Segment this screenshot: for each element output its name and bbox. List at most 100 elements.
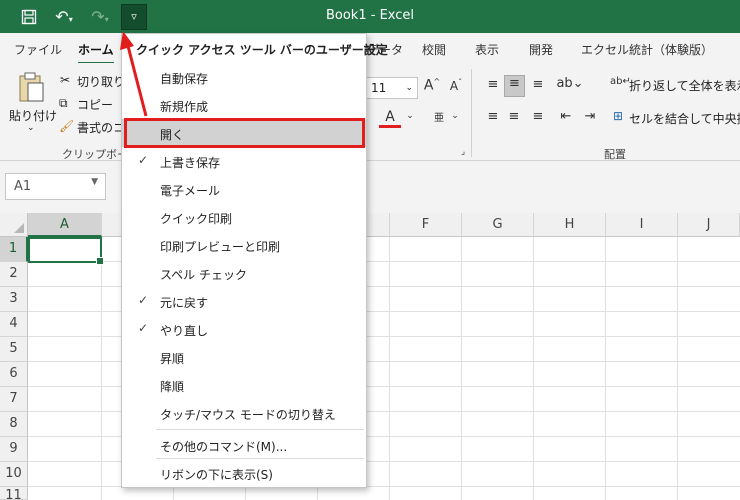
menu-item-sort-descending[interactable]: 降順 bbox=[122, 371, 366, 399]
paste-icon[interactable] bbox=[15, 71, 47, 105]
row-header-1[interactable]: 1 bbox=[0, 237, 28, 262]
orientation-icon[interactable]: ab⌄ bbox=[556, 76, 584, 91]
menu-item-label: その他のコマンド(M)... bbox=[160, 440, 288, 454]
cut-button[interactable]: 切り取り bbox=[77, 73, 125, 90]
row-header-2[interactable]: 2 bbox=[0, 262, 28, 287]
merge-center-button[interactable]: セルを結合して中央揃え bbox=[629, 110, 740, 127]
column-header-j[interactable]: J bbox=[678, 213, 740, 237]
check-icon: ✓ bbox=[138, 321, 149, 335]
row-header-4[interactable]: 4 bbox=[0, 312, 28, 337]
menu-item-quick-print[interactable]: クイック印刷 bbox=[122, 203, 366, 231]
active-cell-a1[interactable] bbox=[28, 237, 104, 265]
align-bottom-icon[interactable]: ≡ bbox=[528, 77, 548, 92]
paste-dropdown-icon[interactable]: ⌄ bbox=[27, 123, 35, 133]
font-color-dropdown-icon[interactable]: ⌄ bbox=[405, 111, 415, 121]
row-header-11[interactable]: 11 bbox=[0, 487, 28, 500]
menu-item-label: タッチ/マウス モードの切り替え bbox=[160, 408, 336, 422]
menu-item-new[interactable]: 新規作成 bbox=[122, 91, 366, 119]
menu-item-more-commands[interactable]: その他のコマンド(M)... bbox=[122, 431, 366, 459]
column-header-h[interactable]: H bbox=[534, 213, 606, 237]
align-middle-icon[interactable]: ≡ bbox=[504, 75, 525, 97]
check-icon: ✓ bbox=[138, 293, 149, 307]
row-header-10[interactable]: 10 bbox=[0, 462, 28, 487]
tab-home[interactable]: ホーム bbox=[78, 41, 114, 64]
menu-item-label: やり直し bbox=[160, 324, 209, 338]
phonetic-dropdown-icon[interactable]: ⌄ bbox=[450, 111, 460, 121]
phonetic-icon[interactable]: 亜 bbox=[429, 109, 449, 124]
wrap-text-icon: ab↵ bbox=[610, 76, 631, 87]
row-header-7[interactable]: 7 bbox=[0, 387, 28, 412]
align-right-icon[interactable]: ≡ bbox=[528, 109, 548, 124]
check-icon: ✓ bbox=[138, 153, 149, 167]
menu-item-show-below-ribbon[interactable]: リボンの下に表示(S) bbox=[122, 459, 366, 487]
align-top-icon[interactable]: ≡ bbox=[483, 77, 503, 92]
customize-qat-menu: クイック アクセス ツール バーのユーザー設定 自動保存 新規作成 開く ✓ 上書… bbox=[121, 33, 388, 488]
row-header-5[interactable]: 5 bbox=[0, 337, 28, 362]
increase-indent-icon[interactable]: ⇥ bbox=[580, 109, 600, 124]
menu-item-label: リボンの下に表示(S) bbox=[160, 468, 273, 482]
name-box[interactable]: A1 ▼ bbox=[5, 173, 106, 200]
ribbon-separator bbox=[471, 69, 472, 157]
tab-developer[interactable]: 開発 bbox=[529, 41, 553, 58]
font-size-value: 11 bbox=[371, 81, 387, 95]
window-title: Book1 - Excel bbox=[325, 8, 415, 23]
row-header-3[interactable]: 3 bbox=[0, 287, 28, 312]
menu-item-label: クイック印刷 bbox=[160, 212, 233, 226]
tab-excel-statistics[interactable]: エクセル統計（体験版） bbox=[581, 41, 713, 58]
format-painter-button[interactable]: 書式のコ bbox=[77, 119, 125, 136]
menu-item-label: 新規作成 bbox=[160, 100, 209, 114]
paste-button[interactable]: 貼り付け bbox=[9, 107, 57, 124]
menu-item-touch-mouse-mode[interactable]: タッチ/マウス モードの切り替え bbox=[122, 399, 366, 427]
font-dialog-launcher-icon[interactable]: ⌟ bbox=[458, 147, 468, 157]
copy-icon: ⧉ bbox=[59, 96, 68, 110]
column-header-a[interactable]: A bbox=[28, 213, 102, 237]
column-header-f[interactable]: F bbox=[390, 213, 462, 237]
menu-item-label: 昇順 bbox=[160, 352, 185, 366]
name-box-value: A1 bbox=[14, 179, 32, 194]
menu-item-spell-check[interactable]: スペル チェック bbox=[122, 259, 366, 287]
menu-item-undo[interactable]: ✓ 元に戻す bbox=[122, 287, 366, 315]
menu-item-label: 印刷プレビューと印刷 bbox=[160, 240, 281, 254]
menu-item-autosave[interactable]: 自動保存 bbox=[122, 63, 366, 91]
row-header-8[interactable]: 8 bbox=[0, 412, 28, 437]
menu-item-label: スペル チェック bbox=[160, 268, 247, 282]
font-size-combo[interactable]: 11 ⌄ bbox=[366, 77, 418, 99]
align-center-icon[interactable]: ≡ bbox=[504, 109, 524, 124]
menu-item-save[interactable]: ✓ 上書き保存 bbox=[122, 147, 366, 175]
format-painter-icon: 🖌 bbox=[59, 119, 75, 133]
wrap-text-button[interactable]: 折り返して全体を表示す bbox=[629, 77, 740, 94]
row-header-9[interactable]: 9 bbox=[0, 437, 28, 462]
align-left-icon[interactable]: ≡ bbox=[483, 109, 503, 124]
merge-center-icon: ⊞ bbox=[612, 109, 624, 123]
menu-item-label: 電子メール bbox=[160, 184, 221, 198]
font-color-icon[interactable]: A bbox=[379, 109, 401, 128]
highlight-annotation-box bbox=[124, 118, 365, 148]
decrease-font-icon[interactable]: Aˇ bbox=[446, 78, 466, 93]
menu-item-label: 降順 bbox=[160, 380, 185, 394]
alignment-group-label: 配置 bbox=[604, 148, 626, 161]
column-header-i[interactable]: I bbox=[606, 213, 678, 237]
scissors-icon: ✂ bbox=[60, 73, 71, 87]
menu-item-sort-ascending[interactable]: 昇順 bbox=[122, 343, 366, 371]
menu-item-label: 上書き保存 bbox=[160, 156, 221, 170]
column-header-g[interactable]: G bbox=[462, 213, 534, 237]
increase-font-icon[interactable]: A^ bbox=[422, 77, 442, 94]
title-bar: ↶▾ ↷▾ ▿ Book1 - Excel bbox=[0, 0, 740, 33]
menu-item-redo[interactable]: ✓ やり直し bbox=[122, 315, 366, 343]
worksheet-grid: A F G H I J 1 2 3 4 5 6 7 8 9 10 11 bbox=[0, 213, 740, 500]
copy-button[interactable]: コピー bbox=[77, 96, 113, 113]
menu-header: クイック アクセス ツール バーのユーザー設定 bbox=[136, 43, 388, 57]
tab-file[interactable]: ファイル bbox=[14, 41, 62, 58]
select-all-corner[interactable] bbox=[0, 213, 28, 237]
name-box-dropdown-icon[interactable]: ▼ bbox=[91, 177, 98, 187]
tab-view[interactable]: 表示 bbox=[475, 41, 499, 58]
menu-item-print-preview[interactable]: 印刷プレビューと印刷 bbox=[122, 231, 366, 259]
row-header-6[interactable]: 6 bbox=[0, 362, 28, 387]
menu-item-label: 元に戻す bbox=[160, 296, 209, 310]
menu-item-label: 自動保存 bbox=[160, 72, 209, 86]
tab-review[interactable]: 校閲 bbox=[422, 41, 446, 58]
formula-bar-area: A1 ▼ bbox=[0, 161, 740, 213]
menu-item-email[interactable]: 電子メール bbox=[122, 175, 366, 203]
ribbon: 貼り付け ⌄ ✂ 切り取り ⧉ コピー 🖌 書式のコ クリップボード 11 ⌄ A… bbox=[0, 63, 740, 161]
decrease-indent-icon[interactable]: ⇤ bbox=[556, 109, 576, 124]
